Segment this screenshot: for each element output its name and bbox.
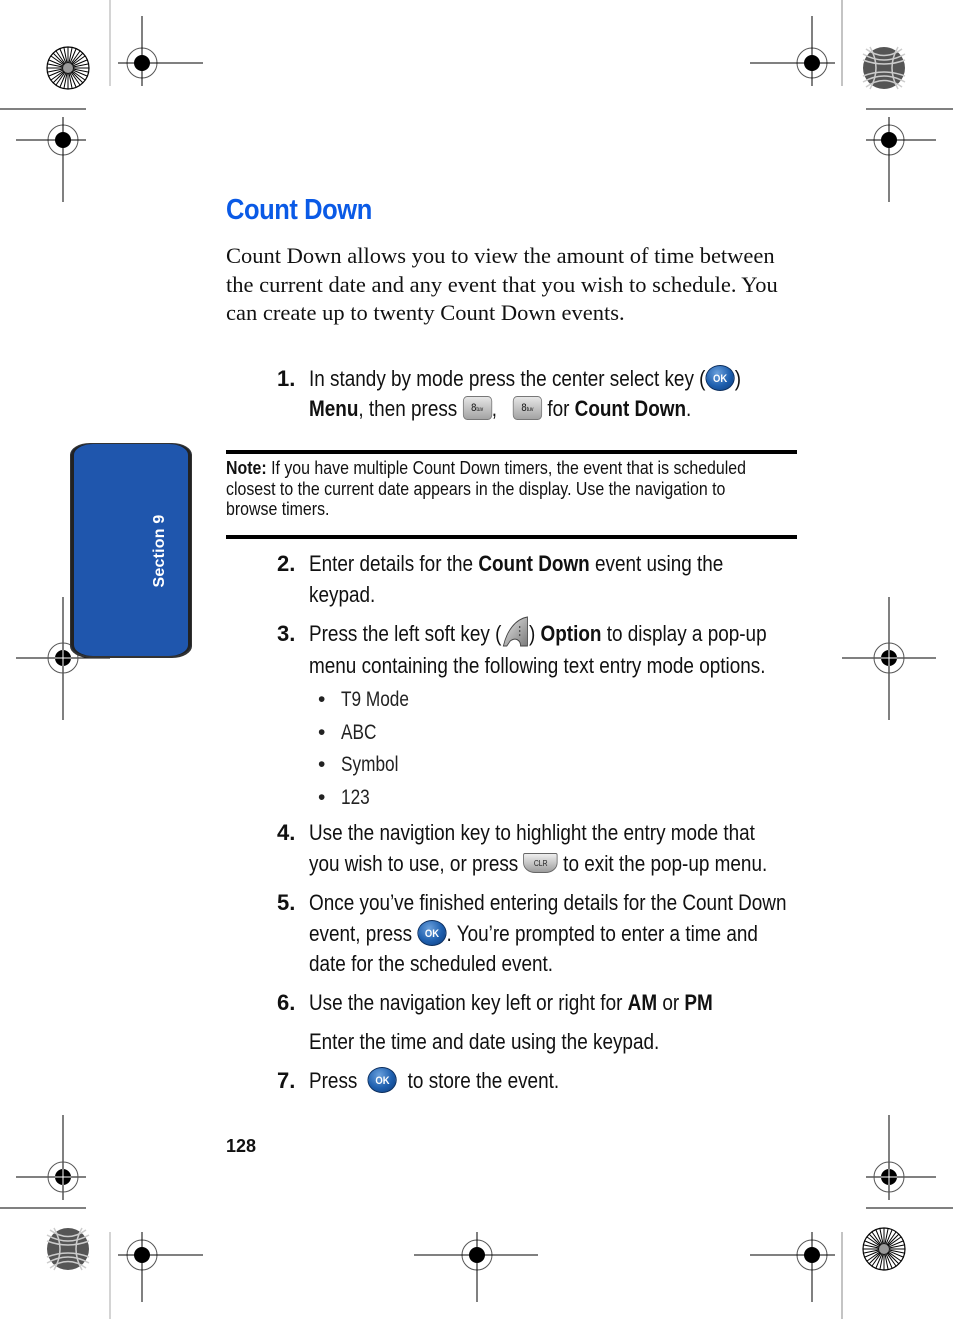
step-text: In standy by mode press the center selec…	[309, 365, 742, 421]
ok-key-icon: OK	[705, 365, 735, 392]
note-label: Note:	[226, 457, 267, 478]
page-number: 128	[226, 1136, 257, 1156]
ok-key-icon: OK	[367, 1067, 398, 1094]
note-bottom-rule	[226, 535, 797, 539]
note-box: Note: If you have multiple Count Down ti…	[226, 457, 746, 519]
intro-paragraph: Count Down allows you to view the amount…	[226, 243, 778, 325]
section-tab	[70, 443, 192, 657]
left-soft-key-icon	[502, 616, 528, 647]
ok-key-icon: OK	[417, 919, 447, 946]
menu-label: Menu	[309, 396, 359, 421]
step-number: 1.	[277, 366, 296, 391]
section-tab-label: Section 9	[151, 514, 168, 588]
key-8-icon: 8tuv	[512, 396, 543, 421]
note-top-rule	[226, 450, 797, 454]
count-down-label: Count Down	[574, 396, 687, 421]
key-8-icon: 8tuv	[462, 396, 492, 421]
page-title: Count Down	[226, 194, 372, 226]
manual-page: Section 9 Count Down Count Down allows y…	[0, 0, 954, 1319]
clr-key-icon: CLR	[523, 852, 558, 873]
